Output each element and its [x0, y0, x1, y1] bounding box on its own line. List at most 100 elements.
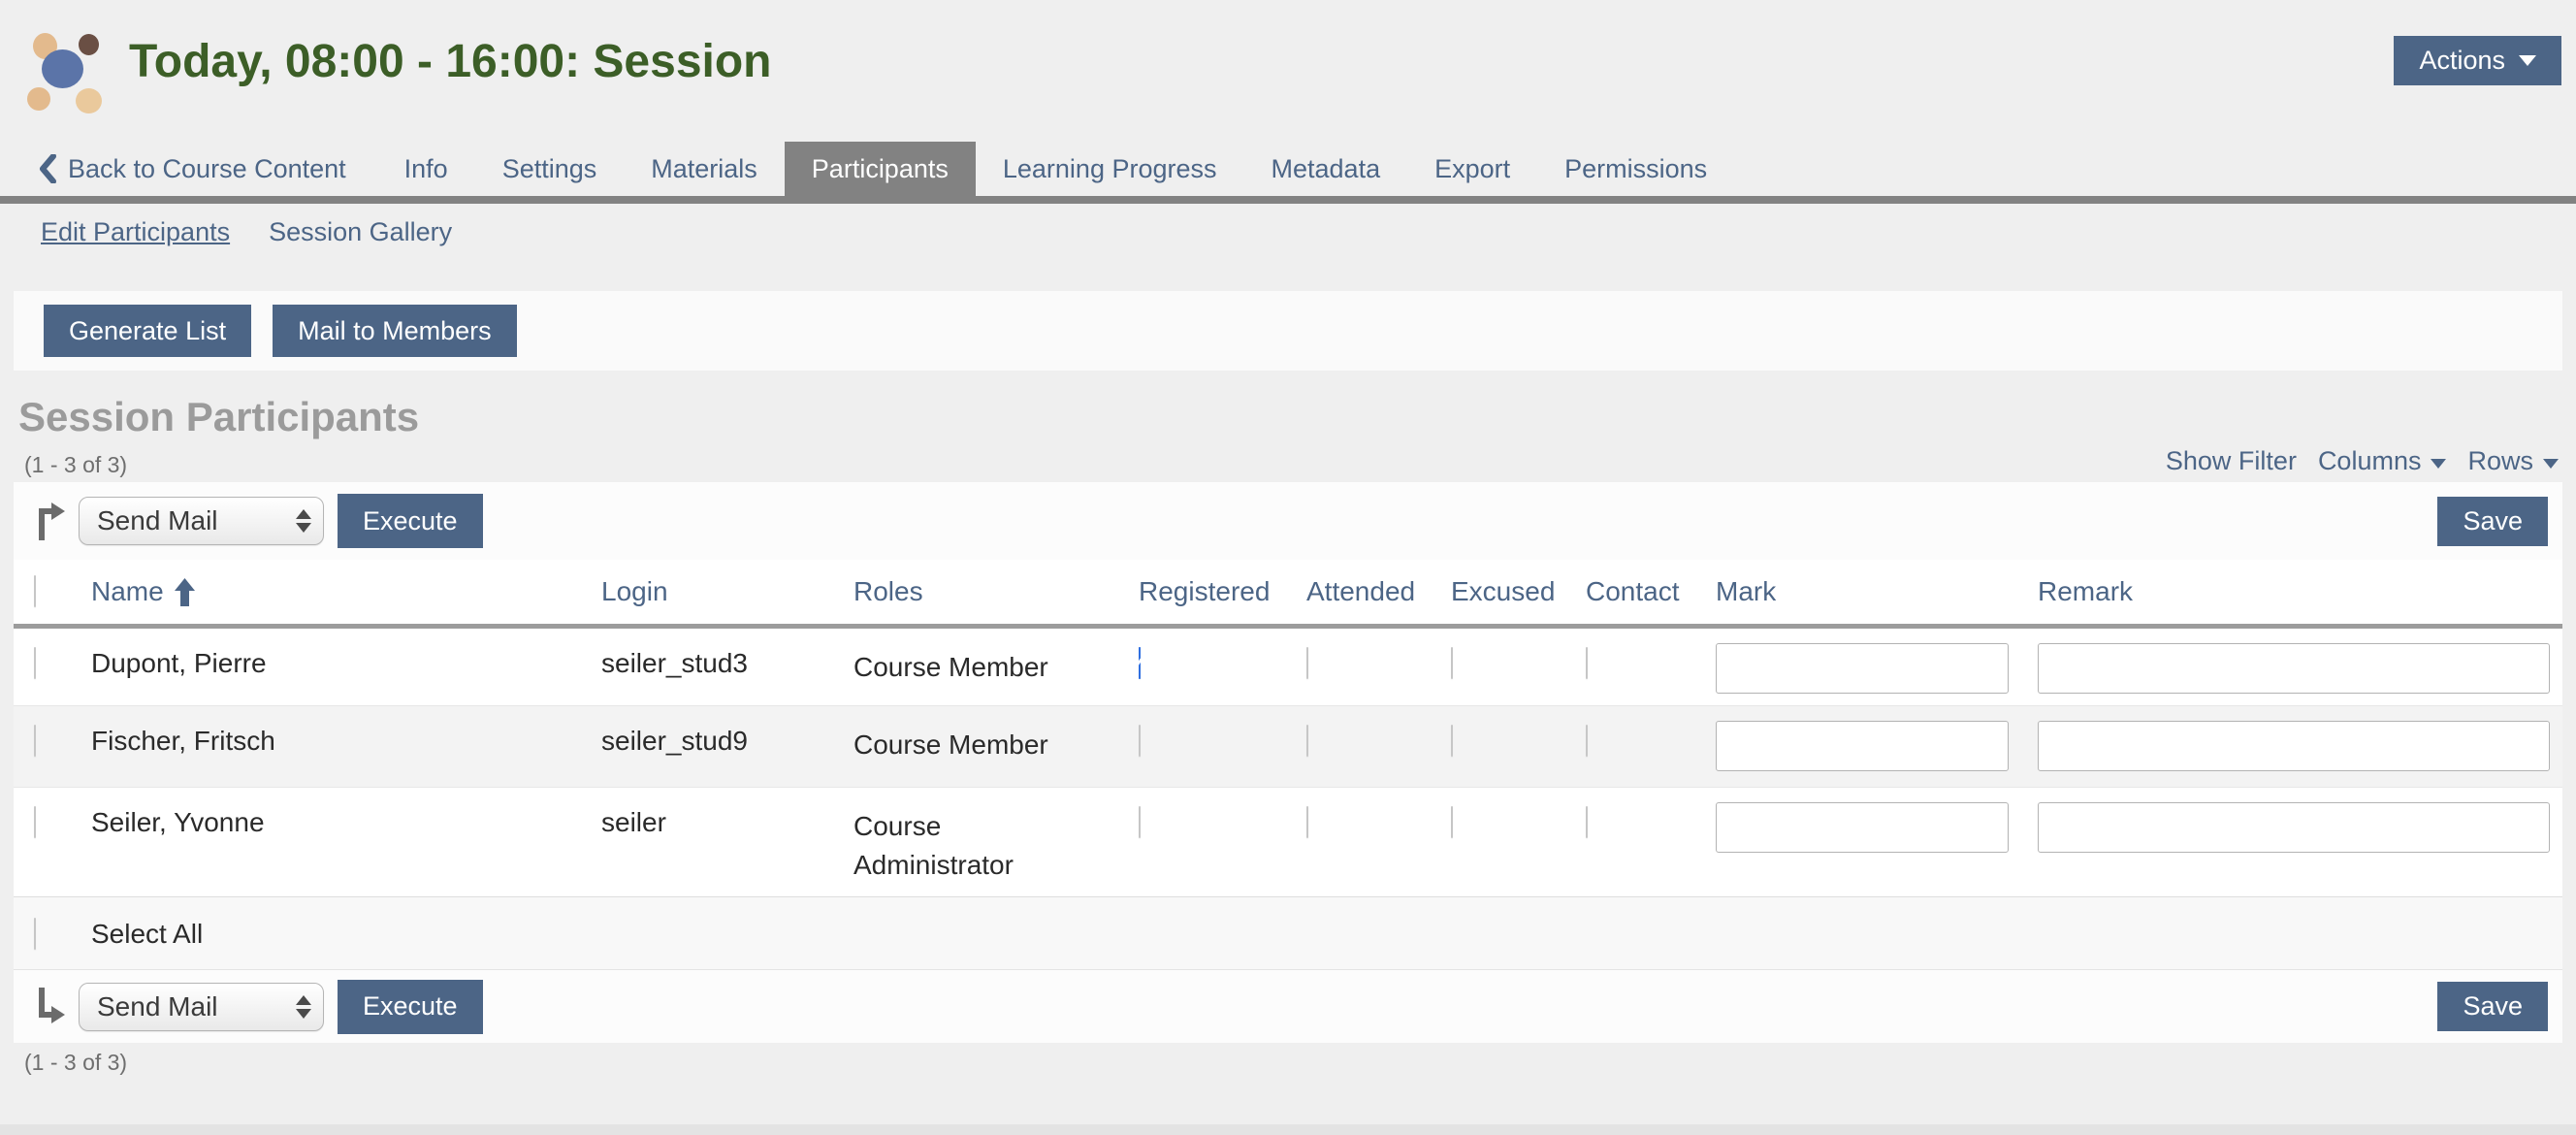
sort-ascending-arrow-up-icon[interactable] [174, 578, 196, 606]
excused-checkbox[interactable] [1451, 806, 1453, 838]
columns-dropdown[interactable]: Columns [2318, 446, 2447, 476]
participant-roles: Course Member [853, 648, 1139, 687]
select-all-checkbox[interactable] [34, 918, 36, 950]
show-filter-label: Show Filter [2166, 446, 2297, 476]
viewport-bottom-edge [0, 1124, 2576, 1135]
table-row: Dupont, Pierre seiler_stud3 Course Membe… [14, 629, 2562, 705]
tab-label: Metadata [1272, 154, 1381, 184]
tab-label: Export [1434, 154, 1510, 184]
tab-bar: Back to Course Content Info Settings Mat… [0, 142, 2576, 204]
tab-label: Settings [502, 154, 597, 184]
up-down-stepper-icon [296, 509, 311, 533]
caret-down-icon [2431, 459, 2446, 469]
attended-checkbox[interactable] [1306, 806, 1308, 838]
result-range-top: (1 - 3 of 3) [24, 452, 127, 478]
mark-input[interactable] [1716, 643, 2009, 694]
row-select-checkbox[interactable] [34, 647, 36, 679]
tab-label: Participants [812, 154, 949, 184]
column-header-registered[interactable]: Registered [1139, 576, 1270, 606]
column-header-attended[interactable]: Attended [1306, 576, 1415, 606]
back-to-course-content-link[interactable]: Back to Course Content [39, 142, 346, 196]
column-header-excused[interactable]: Excused [1451, 576, 1555, 606]
bulk-action-toolbar-bottom: Send Mail Execute Save [14, 969, 2562, 1043]
excused-checkbox[interactable] [1451, 647, 1453, 679]
contact-checkbox[interactable] [1586, 725, 1588, 757]
tab-materials[interactable]: Materials [624, 142, 785, 196]
column-header-login[interactable]: Login [601, 576, 668, 606]
tab-label: Permissions [1564, 154, 1707, 184]
column-header-remark[interactable]: Remark [2038, 576, 2133, 606]
row-select-checkbox[interactable] [34, 725, 36, 757]
tab-info[interactable]: Info [377, 142, 475, 196]
back-link-label: Back to Course Content [68, 154, 346, 184]
contact-checkbox[interactable] [1586, 806, 1588, 838]
result-range-bottom: (1 - 3 of 3) [24, 1050, 127, 1076]
generate-list-button[interactable]: Generate List [44, 305, 251, 357]
tab-export[interactable]: Export [1407, 142, 1537, 196]
arrow-up-right-icon [32, 500, 67, 542]
column-header-mark[interactable]: Mark [1716, 576, 1776, 606]
up-down-stepper-icon [296, 995, 311, 1019]
page-toolbar: Generate List Mail to Members [14, 291, 2562, 371]
tab-permissions[interactable]: Permissions [1537, 142, 1734, 196]
execute-button-bottom[interactable]: Execute [338, 980, 483, 1034]
actions-button-label: Actions [2419, 46, 2505, 76]
subtab-edit-participants[interactable]: Edit Participants [41, 217, 230, 247]
select-all-header-checkbox[interactable] [34, 575, 36, 607]
rows-label: Rows [2467, 446, 2533, 476]
actions-button[interactable]: Actions [2394, 36, 2561, 85]
registered-checkbox[interactable] [1139, 806, 1141, 838]
subtab-session-gallery[interactable]: Session Gallery [269, 217, 452, 247]
logo-dot [27, 87, 50, 111]
mark-input[interactable] [1716, 721, 2009, 771]
mark-input[interactable] [1716, 802, 2009, 853]
participant-name: Dupont, Pierre [91, 648, 601, 679]
rows-dropdown[interactable]: Rows [2467, 446, 2559, 476]
participant-login: seiler_stud9 [601, 726, 853, 757]
bulk-action-select-top[interactable]: Send Mail [79, 497, 324, 545]
participants-table: Send Mail Execute Save Name Login Roles … [14, 482, 2562, 1043]
columns-label: Columns [2318, 446, 2422, 476]
participant-name: Fischer, Fritsch [91, 726, 601, 757]
attended-checkbox[interactable] [1306, 647, 1308, 679]
remark-input[interactable] [2038, 802, 2550, 853]
participant-roles: Course Administrator [853, 807, 1139, 885]
execute-button-top[interactable]: Execute [338, 494, 483, 548]
mail-to-members-button[interactable]: Mail to Members [273, 305, 517, 357]
logo-dot [76, 88, 102, 114]
caret-down-icon [2543, 459, 2559, 469]
select-all-label: Select All [91, 919, 601, 950]
excused-checkbox[interactable] [1451, 725, 1453, 757]
tab-label: Learning Progress [1003, 154, 1217, 184]
bulk-action-selected-option: Send Mail [97, 991, 296, 1022]
bulk-action-selected-option: Send Mail [97, 505, 296, 536]
participant-name: Seiler, Yvonne [91, 807, 601, 838]
arrow-down-right-icon [32, 986, 67, 1028]
tab-metadata[interactable]: Metadata [1244, 142, 1408, 196]
remark-input[interactable] [2038, 721, 2550, 771]
logo-dot [42, 49, 83, 88]
logo-dot [79, 34, 99, 55]
column-header-roles[interactable]: Roles [853, 576, 923, 606]
attended-checkbox[interactable] [1306, 725, 1308, 757]
session-logo-icon [27, 33, 103, 109]
section-title: Session Participants [18, 394, 419, 440]
column-header-name[interactable]: Name [91, 576, 164, 607]
row-select-checkbox[interactable] [34, 806, 36, 838]
show-filter-link[interactable]: Show Filter [2166, 446, 2297, 476]
save-button-top[interactable]: Save [2437, 497, 2548, 546]
tab-settings[interactable]: Settings [475, 142, 625, 196]
registered-checkbox[interactable] [1139, 725, 1141, 757]
column-header-contact[interactable]: Contact [1586, 576, 1680, 606]
select-all-row: Select All [14, 896, 2562, 969]
bulk-action-select-bottom[interactable]: Send Mail [79, 983, 324, 1031]
registered-checkbox[interactable] [1139, 647, 1141, 679]
tab-learning-progress[interactable]: Learning Progress [976, 142, 1244, 196]
tab-participants[interactable]: Participants [785, 142, 976, 196]
remark-input[interactable] [2038, 643, 2550, 694]
contact-checkbox[interactable] [1586, 647, 1588, 679]
tab-label: Materials [651, 154, 757, 184]
save-button-bottom[interactable]: Save [2437, 982, 2548, 1031]
participant-login: seiler_stud3 [601, 648, 853, 679]
tab-label: Info [404, 154, 448, 184]
